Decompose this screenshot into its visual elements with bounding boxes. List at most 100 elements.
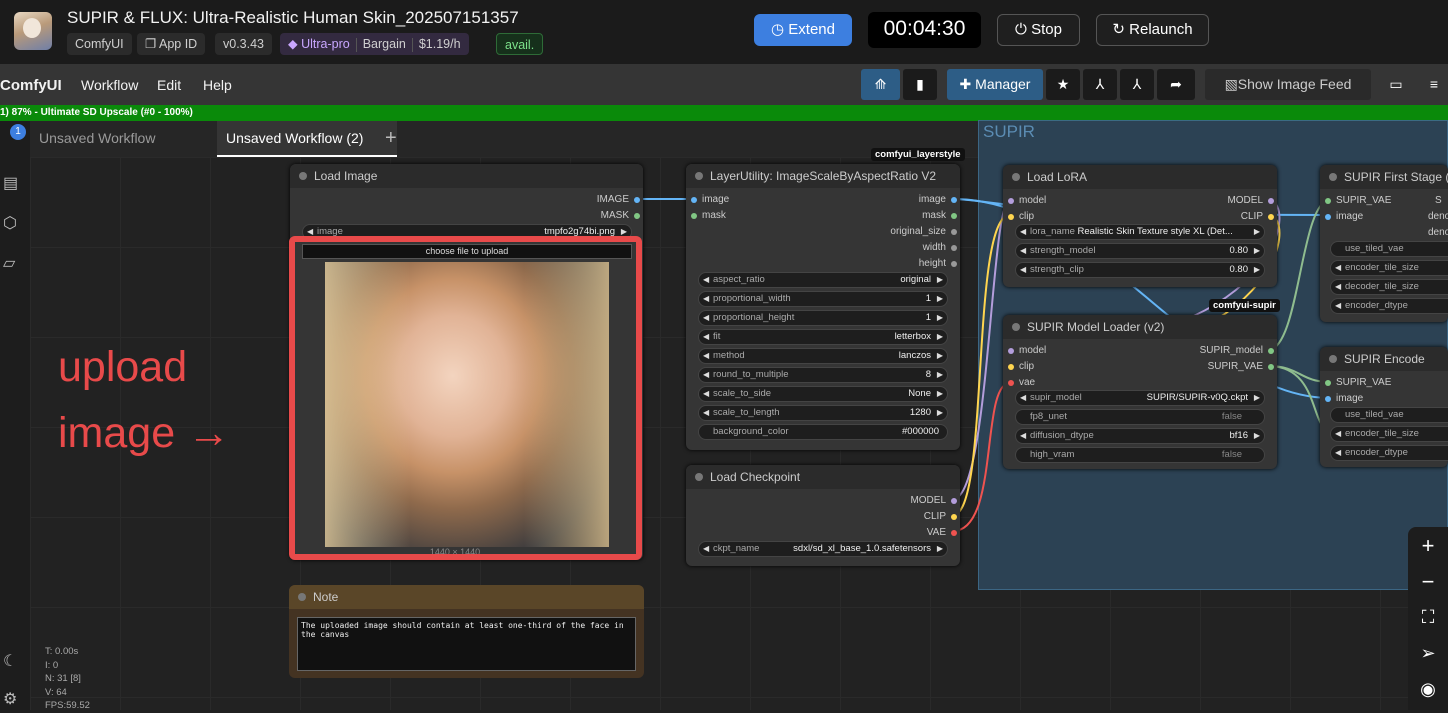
- output-mask-dot[interactable]: [634, 213, 640, 219]
- widget-encoder-dtype[interactable]: encoder_dtype: [1330, 298, 1448, 314]
- input-supir-vae-dot[interactable]: [1325, 198, 1331, 204]
- widget-method[interactable]: method lanczos: [698, 348, 948, 364]
- output-vae: VAE: [926, 527, 946, 538]
- widget-label: fp8_unet: [1030, 411, 1067, 422]
- supir-tag: comfyui-supir: [1209, 299, 1280, 312]
- widget-lora-name[interactable]: lora_name Realistic Skin Texture style X…: [1015, 224, 1265, 240]
- output-clip: CLIP: [1240, 211, 1263, 222]
- widget-aspect-ratio[interactable]: aspect_ratio original: [698, 272, 948, 288]
- widget-label: strength_model: [1030, 245, 1096, 256]
- input-image-dot[interactable]: [1325, 396, 1331, 402]
- widget-diffusion-dtype[interactable]: diffusion_dtype bf16: [1015, 428, 1265, 444]
- output-partial: S: [1435, 195, 1442, 206]
- input-clip-dot[interactable]: [1008, 214, 1014, 220]
- node-supir-model-loader[interactable]: SUPIR Model Loader (v2) model clip vae S…: [1003, 315, 1277, 469]
- widget-label: lora_name: [1030, 226, 1075, 237]
- input-model: model: [1019, 195, 1047, 206]
- widget-label: proportional_height: [713, 312, 795, 323]
- output-image-dot[interactable]: [634, 197, 640, 203]
- widget-value: bf16: [1229, 430, 1249, 441]
- lora-title: Load LoRA: [1003, 165, 1277, 189]
- widget-scale-to-length[interactable]: scale_to_length 1280: [698, 405, 948, 421]
- widget-label: diffusion_dtype: [1030, 430, 1094, 441]
- eye-icon[interactable]: ◉: [1408, 679, 1448, 700]
- canvas-tools: + − ⛶ ➢ ◉: [1408, 527, 1448, 710]
- stat-fps: FPS:59.52: [45, 700, 90, 711]
- output-partial: deno: [1428, 211, 1448, 222]
- output-image-dot[interactable]: [951, 197, 957, 203]
- widget-ckpt-name[interactable]: ckpt_name sdxl/sd_xl_base_1.0.safetensors: [698, 541, 948, 557]
- input-clip: clip: [1019, 211, 1035, 222]
- widget-value: SUPIR/SUPIR-v0Q.ckpt: [1146, 392, 1248, 403]
- widget-round-to-multiple[interactable]: round_to_multiple 8: [698, 367, 948, 383]
- input-vae-dot[interactable]: [1008, 380, 1014, 386]
- widget-background-color[interactable]: background_color #000000: [698, 424, 948, 440]
- node-note[interactable]: Note The uploaded image should contain a…: [289, 585, 644, 678]
- output-height: height: [918, 258, 946, 269]
- widget-proportional-width[interactable]: proportional_width 1: [698, 291, 948, 307]
- widget-strength-clip[interactable]: strength_clip 0.80: [1015, 262, 1265, 278]
- node-image-scale[interactable]: LayerUtility: ImageScaleByAspectRatio V2…: [686, 164, 960, 450]
- widget-label: fit: [713, 331, 721, 342]
- output-supir-model-dot[interactable]: [1268, 348, 1274, 354]
- input-model-dot[interactable]: [1008, 198, 1014, 204]
- output-vae-dot[interactable]: [951, 530, 957, 536]
- widget-fit[interactable]: fit letterbox: [698, 329, 948, 345]
- fit-view-icon[interactable]: ⛶: [1408, 607, 1448, 628]
- input-supir-vae-dot[interactable]: [1325, 380, 1331, 386]
- widget-decoder-tile-size[interactable]: decoder_tile_size: [1330, 279, 1448, 295]
- node-supir-first-stage[interactable]: SUPIR First Stage (D SUPIR_VAE image S d…: [1320, 165, 1448, 322]
- input-mask-dot[interactable]: [691, 213, 697, 219]
- widget-proportional-height[interactable]: proportional_height 1: [698, 310, 948, 326]
- input-supir-vae: SUPIR_VAE: [1336, 377, 1392, 388]
- output-original-size-dot[interactable]: [951, 229, 957, 235]
- widget-value: 0.80: [1229, 245, 1249, 256]
- output-mask: mask: [922, 210, 946, 221]
- input-image-dot[interactable]: [691, 197, 697, 203]
- node-load-checkpoint[interactable]: Load Checkpoint MODEL CLIP VAE ckpt_name…: [686, 465, 960, 566]
- widget-value: sdxl/sd_xl_base_1.0.safetensors: [793, 543, 931, 554]
- widget-fp8-unet[interactable]: fp8_unet false: [1015, 409, 1265, 425]
- widget-use-tiled-vae[interactable]: use_tiled_vae: [1330, 241, 1448, 257]
- widget-encoder-tile-size[interactable]: encoder_tile_size: [1330, 260, 1448, 276]
- widget-label: aspect_ratio: [713, 274, 765, 285]
- output-supir-vae-dot[interactable]: [1268, 364, 1274, 370]
- widget-encoder-tile-size[interactable]: encoder_tile_size: [1330, 426, 1448, 442]
- output-model-dot[interactable]: [1268, 198, 1274, 204]
- widget-encoder-dtype[interactable]: encoder_dtype: [1330, 445, 1448, 461]
- widget-label: round_to_multiple: [713, 369, 789, 380]
- pointer-icon[interactable]: ➢: [1408, 643, 1448, 664]
- output-partial: deno: [1428, 227, 1448, 238]
- input-model-dot[interactable]: [1008, 348, 1014, 354]
- widget-high-vram[interactable]: high_vram false: [1015, 447, 1265, 463]
- input-image: image: [1336, 211, 1364, 222]
- widget-use-tiled-vae[interactable]: use_tiled_vae: [1330, 407, 1448, 423]
- output-clip: CLIP: [923, 511, 946, 522]
- output-model-dot[interactable]: [951, 498, 957, 504]
- layerstyle-tag: comfyui_layerstyle: [871, 148, 965, 161]
- widget-scale-to-side[interactable]: scale_to_side None: [698, 386, 948, 402]
- input-image-dot[interactable]: [1325, 214, 1331, 220]
- output-clip-dot[interactable]: [951, 514, 957, 520]
- node-supir-encode[interactable]: SUPIR Encode SUPIR_VAE image use_tiled_v…: [1320, 347, 1448, 467]
- zoom-out-icon[interactable]: −: [1408, 569, 1448, 595]
- scale-title: LayerUtility: ImageScaleByAspectRatio V2: [686, 164, 960, 188]
- widget-strength-model[interactable]: strength_model 0.80: [1015, 243, 1265, 259]
- output-mask-dot[interactable]: [951, 213, 957, 219]
- widget-value: 0.80: [1229, 264, 1249, 275]
- output-height-dot[interactable]: [951, 261, 957, 267]
- node-load-lora[interactable]: Load LoRA model clip MODEL CLIP lora_nam…: [1003, 165, 1277, 287]
- output-clip-dot[interactable]: [1268, 214, 1274, 220]
- output-width: width: [922, 242, 946, 253]
- supir-loader-title: SUPIR Model Loader (v2): [1003, 315, 1277, 339]
- widget-supir-model[interactable]: supir_model SUPIR/SUPIR-v0Q.ckpt: [1015, 390, 1265, 406]
- widget-label: supir_model: [1030, 392, 1082, 403]
- stat-i: I: 0: [45, 659, 59, 671]
- output-original-size: original_size: [890, 226, 946, 237]
- input-clip: clip: [1019, 361, 1035, 372]
- output-width-dot[interactable]: [951, 245, 957, 251]
- zoom-in-icon[interactable]: +: [1408, 533, 1448, 559]
- input-clip-dot[interactable]: [1008, 364, 1014, 370]
- checkpoint-title: Load Checkpoint: [686, 465, 960, 489]
- note-text[interactable]: The uploaded image should contain at lea…: [297, 617, 636, 671]
